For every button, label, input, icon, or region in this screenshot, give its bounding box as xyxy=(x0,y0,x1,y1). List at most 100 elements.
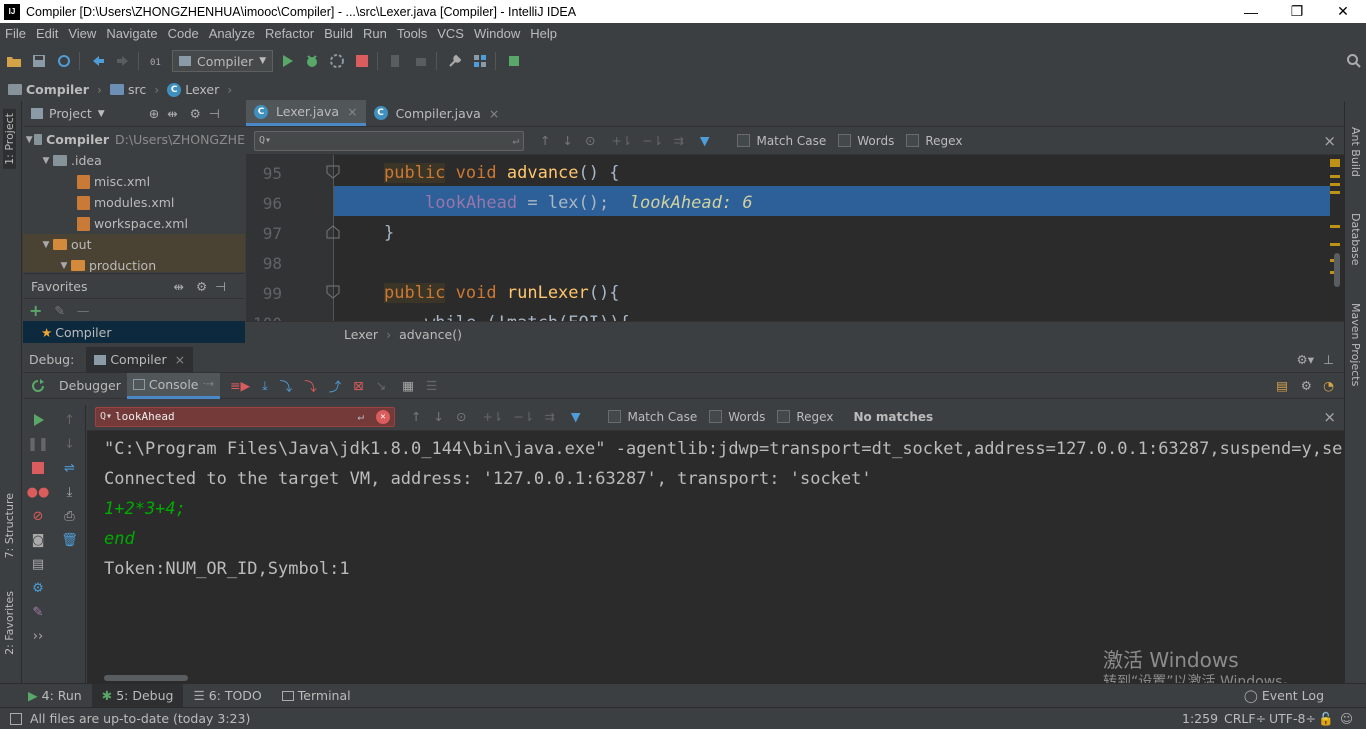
tree-item-out[interactable]: ▼ out xyxy=(23,234,245,255)
select-all-icon[interactable]: ⇉ xyxy=(673,133,683,148)
chevron-down-icon[interactable]: ▼ xyxy=(98,109,105,119)
pin-icon[interactable]: ·→ xyxy=(203,379,215,390)
console-output[interactable]: "C:\Program Files\Java\jdk1.8.0_144\bin\… xyxy=(87,431,1344,683)
up-arrow-icon[interactable]: ↑ xyxy=(61,411,79,429)
menu-build[interactable]: Build xyxy=(319,26,358,41)
edit-pencil-icon[interactable]: ✎ xyxy=(54,303,64,318)
tree-item-misc-xml[interactable]: misc.xml xyxy=(23,171,245,192)
menu-file[interactable]: File xyxy=(0,26,31,41)
console-words-option[interactable]: Words xyxy=(709,410,765,424)
select-all-icon[interactable]: ⇉ xyxy=(544,409,554,424)
pin-icon[interactable]: ✎ xyxy=(29,603,47,621)
step-over-icon[interactable]: ⤓ xyxy=(262,378,268,394)
checkbox[interactable] xyxy=(608,410,622,423)
checkbox[interactable] xyxy=(838,134,852,147)
step-out-icon[interactable]: ⤴ xyxy=(329,376,342,395)
scroll-to-end-icon[interactable]: ⤓ xyxy=(61,483,79,501)
tool-tab-run[interactable]: ▶ 4: Run xyxy=(18,684,92,708)
editor-regex-option[interactable]: Regex xyxy=(906,134,962,148)
nav-crumb-lexer[interactable]: C Lexer › xyxy=(167,82,232,97)
menu-edit[interactable]: Edit xyxy=(31,26,63,41)
run-configuration-selector[interactable]: Compiler ▼ xyxy=(172,50,274,72)
camera-icon[interactable]: ◙ xyxy=(29,531,47,549)
tool-tab-structure[interactable]: 7: Structure xyxy=(3,493,16,558)
inspector-icon[interactable]: ☺ xyxy=(1340,711,1353,726)
next-occurrence-icon[interactable]: ↓ xyxy=(433,409,443,424)
force-step-into-icon[interactable]: ⤵ xyxy=(304,376,317,395)
run-icon[interactable] xyxy=(276,50,298,72)
file-encoding[interactable]: UTF-8÷ xyxy=(1269,711,1316,726)
expanded-arrow-icon[interactable]: ▼ xyxy=(39,156,53,166)
settings-icon[interactable]: ⚙ xyxy=(1301,378,1312,393)
forward-arrow-icon[interactable] xyxy=(112,50,134,72)
menu-tools[interactable]: Tools xyxy=(392,26,432,41)
run-to-cursor-icon[interactable]: ↘ xyxy=(376,378,386,393)
line-separator[interactable]: CRLF÷ xyxy=(1224,711,1266,726)
trace-icon[interactable]: ☰ xyxy=(426,378,437,393)
add-selection-icon[interactable]: +⇂ xyxy=(611,133,632,148)
fold-icon[interactable] xyxy=(326,165,340,179)
show-execution-point-icon[interactable]: ≡▶ xyxy=(230,378,250,393)
hide-panel-icon[interactable]: ⊥ xyxy=(1323,352,1334,367)
layout-icon[interactable]: ▤ xyxy=(29,555,47,573)
clear-all-icon[interactable]: 🗑 xyxy=(61,531,79,549)
step-into-icon[interactable]: ⤵ xyxy=(280,376,293,395)
close-tab-icon[interactable]: × xyxy=(175,352,185,367)
drop-frame-icon[interactable]: ⊠ xyxy=(353,378,363,393)
console-find-input[interactable]: Q▾ lookAhead ↵ ✕ xyxy=(95,406,395,427)
open-folder-icon[interactable] xyxy=(3,50,25,72)
synchronize-icon[interactable] xyxy=(53,50,75,72)
tree-item-workspace-xml[interactable]: workspace.xml xyxy=(23,213,245,234)
down-arrow-icon[interactable]: ↓ xyxy=(61,435,79,453)
attach-debugger-icon[interactable] xyxy=(385,50,407,72)
save-all-icon[interactable] xyxy=(28,50,50,72)
close-tab-icon[interactable]: × xyxy=(347,104,357,119)
horizontal-scrollbar[interactable] xyxy=(104,675,188,681)
project-panel-title[interactable]: Project xyxy=(49,106,92,121)
maximize-button[interactable]: ❐ xyxy=(1274,0,1320,23)
clear-search-icon[interactable]: ✕ xyxy=(376,409,390,424)
pause-icon[interactable]: ❚❚ xyxy=(27,435,49,453)
menu-navigate[interactable]: Navigate xyxy=(101,26,162,41)
menu-vcs[interactable]: VCS xyxy=(432,26,469,41)
tab-debugger[interactable]: Debugger xyxy=(53,373,127,399)
hide-panel-icon[interactable]: ⊣ xyxy=(215,279,226,294)
tool-tab-maven[interactable]: Maven Projects xyxy=(1349,303,1362,386)
project-structure-icon[interactable] xyxy=(469,50,491,72)
vcs-update-icon[interactable] xyxy=(410,50,432,72)
evaluate-expression-icon[interactable]: ▦ xyxy=(402,378,414,393)
remove-selection-icon[interactable]: −⇂ xyxy=(642,133,663,148)
breadcrumb-item[interactable]: advance() xyxy=(399,327,462,342)
menu-refactor[interactable]: Refactor xyxy=(260,26,319,41)
close-window-button[interactable]: ✕ xyxy=(1320,0,1366,23)
fold-icon[interactable] xyxy=(326,285,340,299)
editor-find-input[interactable]: Q▾ ↵ xyxy=(254,130,524,151)
tab-compiler-java[interactable]: C Compiler.java × xyxy=(366,100,508,126)
resume-icon[interactable] xyxy=(29,411,47,429)
minimize-button[interactable]: — xyxy=(1228,0,1274,23)
find-all-icon[interactable]: ⊙ xyxy=(585,133,595,148)
editor-scrollbar[interactable] xyxy=(1330,155,1344,321)
status-toggle-icon[interactable] xyxy=(10,712,22,725)
gear-icon[interactable]: ⚙ xyxy=(29,579,47,597)
previous-occurrence-icon[interactable]: ↑ xyxy=(540,133,550,148)
nav-crumb-src[interactable]: src › xyxy=(109,82,159,97)
menu-run[interactable]: Run xyxy=(358,26,392,41)
tree-item-root[interactable]: ▼ Compiler D:\Users\ZHONGZHE xyxy=(23,129,245,150)
settings-wrench-icon[interactable] xyxy=(444,50,466,72)
tab-lexer-java[interactable]: C Lexer.java × xyxy=(246,100,366,126)
collapse-all-icon[interactable]: ⇹ xyxy=(173,279,183,294)
breadcrumb-item[interactable]: Lexer xyxy=(344,327,378,342)
remove-selection-icon[interactable]: −⇂ xyxy=(513,409,534,424)
tree-item-production[interactable]: ▼ production xyxy=(23,255,245,272)
newline-icon[interactable]: ↵ xyxy=(512,134,519,147)
checkbox[interactable] xyxy=(737,134,751,147)
code-view[interactable]: 95 96 97 98 99 100 public void advance()… xyxy=(246,155,1344,321)
tab-console[interactable]: Console ·→ xyxy=(126,372,221,399)
debug-session-tab[interactable]: Compiler × xyxy=(86,346,194,373)
gear-icon[interactable]: ⚙▾ xyxy=(1297,352,1314,367)
hide-panel-icon[interactable]: ⊣ xyxy=(209,106,220,121)
close-find-icon[interactable]: × xyxy=(1323,408,1336,426)
previous-occurrence-icon[interactable]: ↑ xyxy=(411,409,421,424)
caret-position[interactable]: 1:259 xyxy=(1182,711,1218,726)
